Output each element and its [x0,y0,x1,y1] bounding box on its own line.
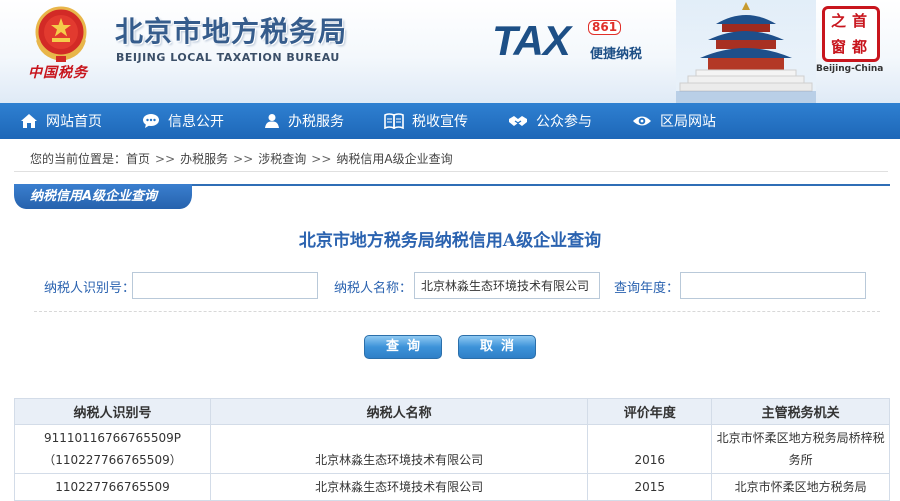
nav-item-label: 网站首页 [46,114,102,130]
breadcrumb: 您的当前位置是：首页 >> 办税服务 >> 涉税查询 >> 纳税信用A级企业查询 [14,146,888,172]
breadcrumb-prefix: 您的当前位置是： [30,152,127,166]
breadcrumb-link-home[interactable]: 首页 [126,152,150,166]
nav-item-tax-publicity[interactable]: 税收宣传 [384,103,468,139]
breadcrumb-link-current[interactable]: 纳税信用A级企业查询 [336,152,452,166]
taxpayer-name-label: 纳税人名称： [334,281,413,296]
site-subtitle: BEIJING LOCAL TAXATION BUREAU [116,51,340,64]
page-title: 北京市地方税务局纳税信用A级企业查询 [298,231,602,251]
taxpayer-name-input[interactable] [414,272,600,299]
handshake-icon [509,116,527,126]
nav-item-info-disclosure[interactable]: 信息公开 [142,103,224,139]
results-table: 纳税人识别号 纳税人名称 评价年度 主管税务机关 911101167667655… [14,398,890,501]
book-icon [384,113,404,129]
table-row: 110227766765509 北京林淼生态环境技术有限公司 2015 北京市怀… [14,473,890,501]
column-header-taxpayer-id: 纳税人识别号 [14,398,211,425]
taxpayer-id-old-cell: （110227766765509） [43,453,182,467]
chat-bubble-icon [143,114,159,128]
seal-char-3: 之 [831,12,847,30]
breadcrumb-separator: >> [155,152,176,166]
taxpayer-id-cell: 110227766765509 [14,473,211,501]
evaluation-year-cell: 2015 [587,473,713,501]
breadcrumb-separator: >> [311,152,332,166]
eye-icon [633,116,651,126]
seal-char-1: 首 [852,12,868,30]
capital-seal-caption: Beijing-China [816,64,884,74]
capital-window-seal[interactable]: 首 都 之 窗 [822,6,880,62]
site-header: 中国税务 北京市地方税务局 BEIJING LOCAL TAXATION BUR… [0,0,900,103]
seal-char-2: 都 [852,38,868,56]
column-header-taxpayer-name: 纳税人名称 [209,398,589,425]
nav-item-label: 税收宣传 [412,114,468,130]
breadcrumb-link-tax-service[interactable]: 办税服务 [180,152,228,166]
query-year-input[interactable] [680,272,866,299]
home-icon [21,114,37,128]
tax-logo-tagline: 便捷纳税 [590,47,643,62]
site-title: 北京市地方税务局 [115,15,348,48]
nav-item-tax-service[interactable]: 办税服务 [264,103,344,139]
main-navigation: 网站首页 信息公开 办税服务 税收宣传 公众参与 区局网站 [0,103,900,139]
tax-logo-word: TAX [492,17,571,64]
nav-item-district-sites[interactable]: 区局网站 [632,103,716,139]
query-form: 纳税人识别号： 纳税人名称： 查询年度： [34,272,880,312]
breadcrumb-link-tax-query[interactable]: 涉税查询 [258,152,306,166]
breadcrumb-separator: >> [233,152,254,166]
nav-item-public-participation[interactable]: 公众参与 [508,103,592,139]
nav-item-label: 公众参与 [536,114,592,130]
evaluation-year-cell: 2016 [587,424,713,474]
column-header-evaluation-year: 评价年度 [587,398,713,425]
tax-authority-cell: 北京市怀柔区地方税务局桥梓税务所 [711,424,890,474]
query-year-label: 查询年度： [614,281,680,296]
temple-of-heaven-image [676,0,816,103]
national-emblem-icon [35,6,87,62]
nav-item-label: 区局网站 [660,114,716,130]
taxpayer-id-input[interactable] [132,272,318,299]
column-header-tax-authority: 主管税务机关 [711,398,890,425]
cancel-button[interactable]: 取消 [458,335,536,359]
table-row: 91110116766765509P （110227766765509） 北京林… [14,424,890,474]
taxpayer-name-cell: 北京林淼生态环境技术有限公司 [209,473,589,501]
taxpayer-id-label: 纳税人识别号： [44,281,136,296]
seal-char-4: 窗 [831,38,847,56]
person-icon [265,114,279,128]
query-button[interactable]: 查询 [364,335,442,359]
nav-item-label: 办税服务 [288,114,344,130]
taxpayer-id-cell: 91110116766765509P [43,431,181,445]
tax-service-logo[interactable]: TAX 861 便捷纳税 [492,18,662,68]
nav-item-home[interactable]: 网站首页 [20,103,102,139]
china-tax-logo-text: 中国税务 [28,65,88,81]
tax-authority-cell: 北京市怀柔区地方税务局 [711,473,890,501]
tax-logo-badge: 861 [588,20,622,35]
section-tab: 纳税信用A级企业查询 [14,184,192,209]
taxpayer-name-cell: 北京林淼生态环境技术有限公司 [209,424,589,474]
table-header-row: 纳税人识别号 纳税人名称 评价年度 主管税务机关 [14,398,890,425]
nav-item-label: 信息公开 [168,114,224,130]
